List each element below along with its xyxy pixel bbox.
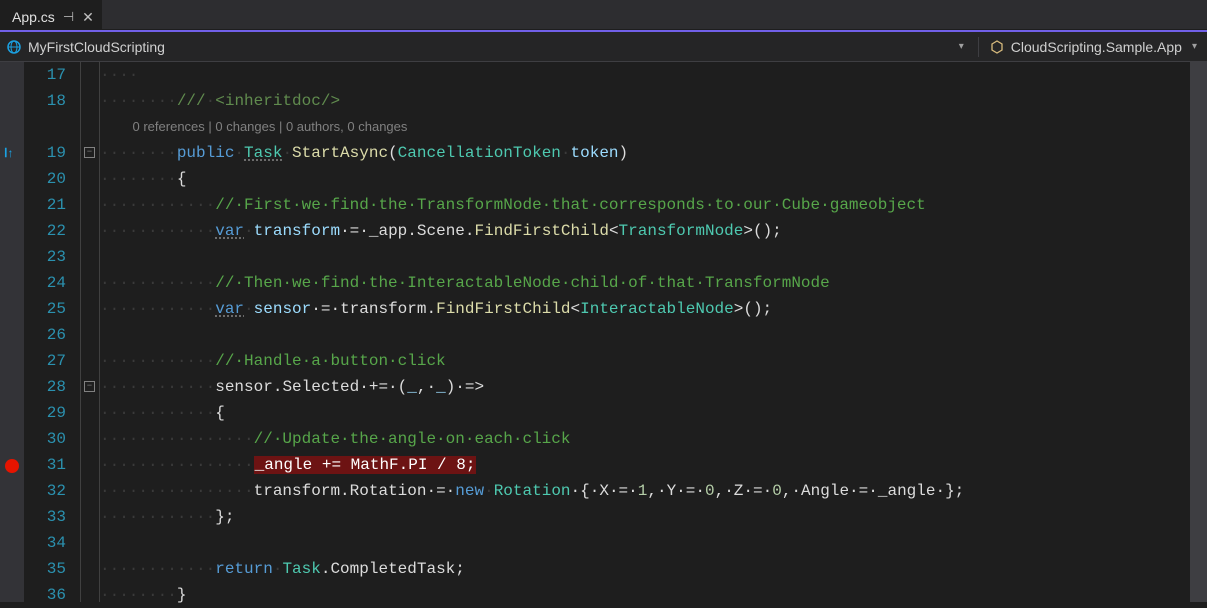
codelens[interactable]: 0 references | 0 changes | 0 authors, 0 … bbox=[100, 114, 1190, 140]
breakpoint-margin[interactable]: Ⅰ↑ bbox=[0, 62, 24, 602]
fold-toggle-icon[interactable]: − bbox=[84, 147, 95, 158]
code-area[interactable]: ···· ········///·<inheritdoc/> 0 referen… bbox=[100, 62, 1190, 602]
navigation-bar: MyFirstCloudScripting ▾ CloudScripting.S… bbox=[0, 32, 1207, 62]
namespace-text: MyFirstCloudScripting bbox=[28, 39, 165, 55]
breakpoint-highlight: _angle += MathF.PI / 8; bbox=[254, 456, 477, 474]
fold-margin[interactable]: − − bbox=[80, 62, 100, 602]
tab-filename: App.cs bbox=[12, 9, 55, 25]
vertical-scrollbar[interactable] bbox=[1190, 62, 1207, 602]
nav-separator bbox=[978, 37, 979, 57]
namespace-dropdown[interactable]: MyFirstCloudScripting bbox=[6, 39, 949, 55]
class-icon bbox=[989, 39, 1005, 55]
pin-icon[interactable]: ⊣ bbox=[63, 9, 74, 25]
breakpoint-icon[interactable] bbox=[5, 459, 19, 473]
info-glyph-icon: Ⅰ↑ bbox=[4, 146, 14, 160]
class-dropdown[interactable]: CloudScripting.Sample.App bbox=[989, 39, 1182, 55]
code-editor[interactable]: Ⅰ↑ 1718192021222324252627282930313233343… bbox=[0, 62, 1207, 602]
file-tab[interactable]: App.cs ⊣ ✕ bbox=[0, 0, 102, 29]
class-text: CloudScripting.Sample.App bbox=[1011, 39, 1182, 55]
tab-bar: App.cs ⊣ ✕ bbox=[0, 0, 1207, 30]
chevron-down-icon[interactable]: ▾ bbox=[955, 41, 968, 52]
close-icon[interactable]: ✕ bbox=[82, 9, 94, 26]
line-numbers: 1718192021222324252627282930313233343536 bbox=[24, 62, 80, 602]
fold-toggle-icon[interactable]: − bbox=[84, 381, 95, 392]
chevron-down-icon[interactable]: ▾ bbox=[1188, 41, 1201, 52]
namespace-icon bbox=[6, 39, 22, 55]
